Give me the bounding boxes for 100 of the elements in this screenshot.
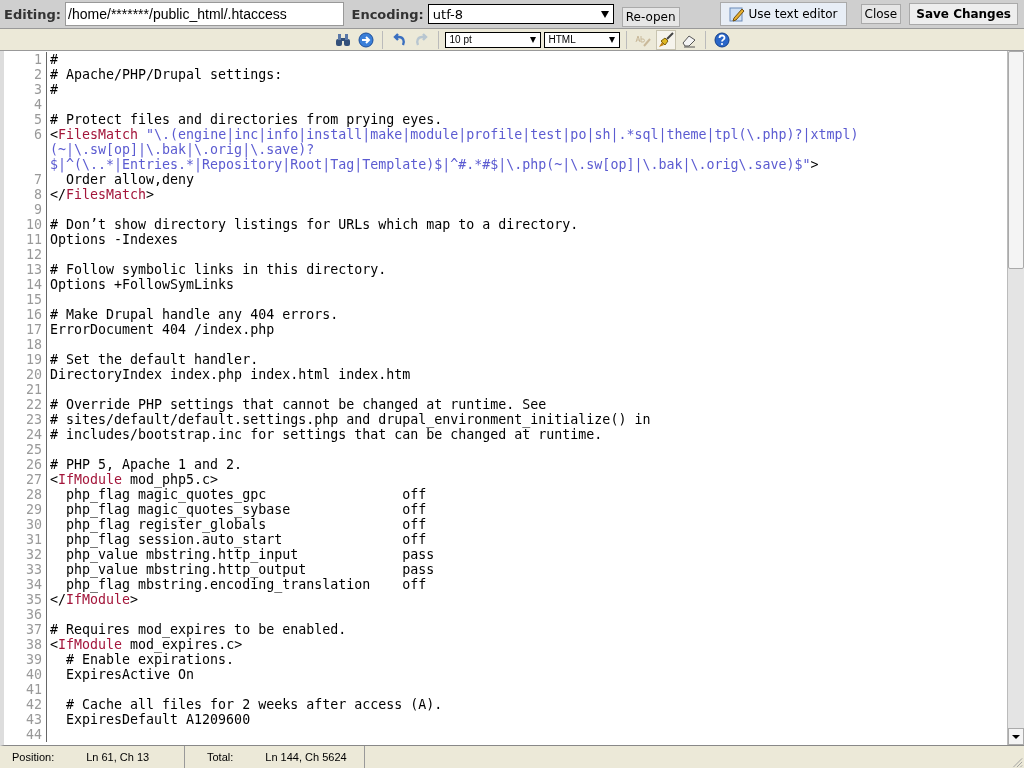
scrollbar-thumb[interactable] (1008, 51, 1024, 269)
arrow-circle-button[interactable] (355, 29, 376, 50)
code-line: DirectoryIndex index.php index.html index.htm (50, 367, 411, 382)
line-number: 4 (4, 97, 47, 112)
code-line: ErrorDocument 404 /index.php (50, 322, 275, 337)
position-label: Position: (12, 751, 55, 763)
code-line: Order allow,deny (66, 172, 195, 187)
line-number: 17 (4, 322, 47, 337)
line-number: 33 (4, 562, 47, 577)
dropdown-select[interactable]: HTML (543, 31, 620, 48)
line-number: 40 (4, 667, 47, 682)
line-number: 2 (4, 67, 47, 82)
code-line: php_flag mbstring.encoding_translation off (65, 577, 427, 592)
line-number: 22 (4, 397, 47, 412)
dropdown-arrow-icon (600, 10, 609, 18)
line-number: 28 (4, 487, 47, 502)
line-number: 43 (4, 712, 47, 727)
brush-button[interactable] (655, 29, 676, 50)
line-number: 36 (4, 607, 47, 622)
help-button[interactable] (711, 29, 732, 50)
file-path-field[interactable]: /home/*******/public_html/.htaccess (65, 2, 344, 26)
dropdown-arrow-icon (608, 36, 615, 43)
code-line: <IfModule mod_expires.c> (50, 637, 243, 652)
arrow-circle-icon (357, 31, 374, 48)
code-line: Options -Indexes (50, 232, 179, 247)
line-number: 11 (4, 232, 47, 247)
code-line: Options +FollowSymLinks (50, 277, 235, 292)
code-line: # Make Drupal handle any 404 errors. (50, 307, 339, 322)
line-number: 12 (4, 247, 47, 262)
reopen-button[interactable]: Re-open (621, 7, 680, 27)
dropdown-select[interactable]: 10 pt (444, 31, 541, 48)
line-number: 30 (4, 517, 47, 532)
code-line: # Requires mod_expires to be enabled. (50, 622, 347, 637)
code-line: <IfModule mod_php5.c> (50, 472, 219, 487)
code-line: # Protect files and directories from prying eyes. (50, 112, 443, 127)
code-line: # sites/default/default.settings.php and drupal_environment_initialize() in (50, 412, 651, 427)
scroll-down-button[interactable] (1008, 728, 1024, 745)
line-number: 5 (4, 112, 47, 127)
line-number: 14 (4, 277, 47, 292)
line-number: 18 (4, 337, 47, 352)
close-button[interactable]: Close (860, 4, 902, 24)
encoding-label: Encoding: (351, 6, 424, 22)
code-line: # Set the default handler. (50, 352, 259, 367)
total-label: Total: (207, 751, 234, 763)
code-line: # includes/bootstrap.inc for settings that can be changed at runtime. (50, 427, 603, 442)
line-number: 31 (4, 532, 47, 547)
code-line: php_value mbstring.http_input pass (65, 547, 435, 562)
code-line: </IfModule> (50, 592, 139, 607)
code-line: # Follow symbolic links in this directory. (50, 262, 387, 277)
code-line: php_flag magic_quotes_sybase off (65, 502, 427, 517)
position-value: Ln 61, Ch 13 (86, 751, 150, 763)
pencil-icon (728, 6, 745, 22)
code-line: <FilesMatch "\.(engine|inc|info|install|make|module|profile|test|po|sh|.*sql|theme|tpl(\.php)?|xtmpl) (~|\.sw[op]|\.bak|\.orig|\.save)? $|^(\..*|Entries.*|Repository|Root|Tag|Template)$|^#.*#$|\.php(~|\.sw[op]|\.bak|\.orig\.save)$"> (50, 127, 859, 172)
code-line: # Don’t show directory listings for URLs which map to a directory. (50, 217, 579, 232)
line-number: 35 (4, 592, 47, 607)
code-line: # PHP 5, Apache 1 and 2. (50, 457, 243, 472)
line-number: 38 (4, 637, 47, 652)
code-line: # (50, 52, 58, 67)
line-number: 34 (4, 577, 47, 592)
editing-label: Editing: (4, 6, 62, 22)
line-number: 8 (4, 187, 47, 202)
code-line: ExpiresActive On (65, 667, 195, 682)
redo-icon (413, 31, 430, 48)
code-line: php_flag session.auto_start off (65, 532, 427, 547)
line-number: 16 (4, 307, 47, 322)
code-line: # (50, 82, 58, 97)
line-number: 13 (4, 262, 47, 277)
help-icon (713, 31, 730, 48)
scrollbar[interactable] (1007, 51, 1024, 745)
line-number: 42 (4, 697, 47, 712)
brush-icon (657, 31, 674, 48)
line-number: 19 (4, 352, 47, 367)
dropdown-arrow-icon (529, 36, 536, 43)
down-arrow-icon (1012, 734, 1020, 739)
line-number: 27 (4, 472, 47, 487)
line-number: 39 (4, 652, 47, 667)
line-number: 24 (4, 427, 47, 442)
line-number: 9 (4, 202, 47, 217)
line-number: 29 (4, 502, 47, 517)
line-number: 3 (4, 82, 47, 97)
line-number: 10 (4, 217, 47, 232)
line-number: 15 (4, 292, 47, 307)
line-number: 44 (4, 727, 47, 742)
line-number: 26 (4, 457, 47, 472)
line-number: 25 (4, 442, 47, 457)
text-editor-button[interactable]: Use text editor (719, 2, 847, 26)
save-button[interactable]: Save Changes (909, 3, 1018, 25)
code-line: # Enable expirations. (65, 652, 235, 667)
line-number: 7 (4, 172, 47, 187)
line-number: 20 (4, 367, 47, 382)
line-number: 41 (4, 682, 47, 697)
line-number: 37 (4, 622, 47, 637)
encoding-select[interactable]: utf-8 (427, 4, 614, 24)
code-line: # Apache/PHP/Drupal settings: (50, 67, 283, 82)
total-value: Ln 144, Ch 5624 (265, 751, 347, 763)
code-line: ExpiresDefault A1209600 (65, 712, 251, 727)
code-line: php_flag register_globals off (65, 517, 427, 532)
line-number: 6 (4, 127, 47, 172)
code-line: php_value mbstring.http_output pass (65, 562, 435, 577)
code-line: php_flag magic_quotes_gpc off (65, 487, 427, 502)
